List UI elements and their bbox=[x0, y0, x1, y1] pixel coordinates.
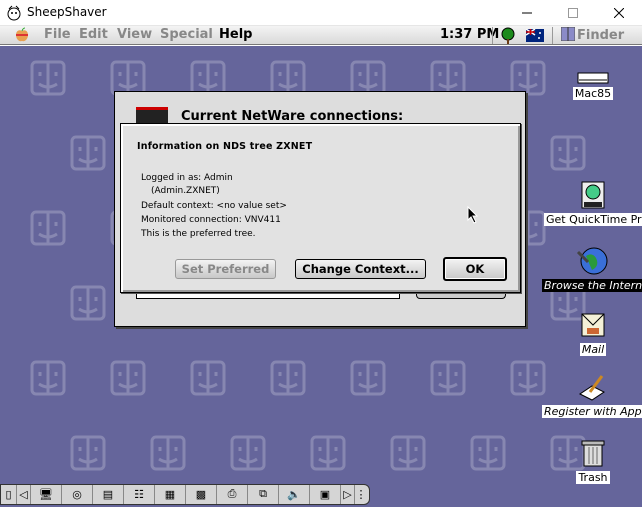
sheepshaver-app-icon bbox=[7, 5, 21, 21]
desktop-pattern-tile bbox=[548, 133, 588, 173]
printer-icon[interactable]: ⎙ bbox=[217, 485, 248, 504]
mail-icon bbox=[581, 313, 605, 337]
set-preferred-button[interactable]: Set Preferred bbox=[175, 259, 276, 279]
preferred-tree-text: This is the preferred tree. bbox=[141, 229, 256, 239]
file-sharing-icon[interactable]: ▤ bbox=[93, 485, 124, 504]
desktop-pattern-tile bbox=[108, 358, 148, 398]
nds-tree-icon[interactable] bbox=[499, 27, 517, 44]
default-context-text: Default context: <no value set> bbox=[141, 201, 287, 211]
monitor-icon[interactable]: 🖥 bbox=[31, 485, 62, 504]
close-button[interactable] bbox=[596, 0, 642, 26]
apple-menu-icon[interactable] bbox=[14, 27, 30, 43]
desktop-pattern-tile bbox=[68, 433, 108, 473]
finder-icon bbox=[560, 26, 576, 42]
mouse-cursor-icon bbox=[467, 206, 479, 224]
quicktime-icon bbox=[581, 181, 605, 209]
nds-tree-info-dialog: Information on NDS tree ZXNET Logged in … bbox=[120, 123, 521, 293]
desktop-icon-internet[interactable]: Browse the Internet bbox=[542, 246, 642, 292]
menu-view[interactable]: View bbox=[117, 27, 152, 42]
desktop-pattern-tile bbox=[428, 358, 468, 398]
control-strip-scroll-left-icon[interactable]: ◁ bbox=[17, 485, 31, 504]
icon-label: Get QuickTime Pro bbox=[544, 213, 642, 226]
icon-label: Mac85 bbox=[572, 87, 614, 100]
maximize-button[interactable] bbox=[550, 0, 596, 26]
desktop-pattern-tile bbox=[388, 433, 428, 473]
globe-icon bbox=[576, 247, 608, 275]
logged-in-text: Logged in as: Admin bbox=[141, 173, 233, 183]
desktop-icon-mail[interactable]: Mail bbox=[566, 310, 620, 356]
desktop-pattern-tile bbox=[68, 283, 108, 323]
icon-label: Mail bbox=[579, 343, 607, 356]
minimize-button[interactable] bbox=[504, 0, 550, 26]
control-strip: ▯ ◁ 🖥 ◎ ▤ ☷ ▦ ▩ ⎙ ⧉ 🔈 ▣ ▷ ⋮ bbox=[0, 484, 370, 505]
keyboard-flag-icon[interactable] bbox=[526, 29, 544, 42]
icon-label: Register with Apple bbox=[542, 405, 642, 418]
netware-window-title: Current NetWare connections: bbox=[181, 109, 404, 124]
active-app-label: Finder bbox=[577, 28, 625, 43]
desktop-icon-quicktime[interactable]: Get QuickTime Pro bbox=[544, 180, 642, 226]
desktop-pattern-tile bbox=[228, 433, 268, 473]
cd-icon[interactable]: ◎ bbox=[62, 485, 93, 504]
control-strip-collapse-icon[interactable]: ▯ bbox=[1, 485, 17, 504]
menubar-divider bbox=[552, 27, 553, 44]
color-depth-icon[interactable]: ▦ bbox=[155, 485, 186, 504]
dialog-title: Information on NDS tree ZXNET bbox=[137, 141, 313, 152]
appletalk-icon[interactable]: ☷ bbox=[124, 485, 155, 504]
control-strip-scroll-right-icon[interactable]: ▷ bbox=[341, 485, 355, 504]
desktop-pattern-tile bbox=[68, 133, 108, 173]
control-strip-tab-icon[interactable]: ⋮ bbox=[355, 485, 367, 504]
window-title: SheepShaver bbox=[27, 5, 107, 19]
desktop: Mac85 Get QuickTime Pro Browse the Inter… bbox=[0, 46, 642, 507]
menu-special[interactable]: Special bbox=[160, 27, 213, 42]
icon-label: Trash bbox=[576, 471, 610, 484]
desktop-pattern-tile bbox=[468, 433, 508, 473]
icon-label: Browse the Internet bbox=[542, 279, 642, 292]
window-titlebar: SheepShaver bbox=[0, 0, 642, 26]
disk-icon bbox=[577, 72, 609, 84]
desktop-pattern-tile bbox=[28, 358, 68, 398]
change-context-button[interactable]: Change Context... bbox=[295, 259, 426, 279]
menubar-divider bbox=[492, 27, 493, 44]
menu-help[interactable]: Help bbox=[219, 27, 252, 42]
register-icon bbox=[579, 375, 605, 401]
distinguished-name-text: (Admin.ZXNET) bbox=[151, 186, 220, 196]
desktop-icon-trash[interactable]: Trash bbox=[572, 438, 614, 484]
desktop-pattern-tile bbox=[28, 58, 68, 98]
desktop-pattern-tile bbox=[268, 358, 308, 398]
remote-access-icon[interactable]: ⧉ bbox=[248, 485, 279, 504]
resolution-icon[interactable]: ▩ bbox=[186, 485, 217, 504]
menu-edit[interactable]: Edit bbox=[79, 27, 108, 42]
desktop-pattern-tile bbox=[308, 433, 348, 473]
mac-menubar: File Edit View Special Help 1:37 PM Find… bbox=[0, 26, 642, 45]
netware-icon bbox=[136, 107, 168, 123]
web-sharing-icon[interactable]: ▣ bbox=[310, 485, 341, 504]
trash-icon bbox=[581, 440, 605, 467]
desktop-icon-register[interactable]: Register with Apple bbox=[542, 374, 642, 418]
desktop-pattern-tile bbox=[348, 358, 388, 398]
desktop-pattern-tile bbox=[148, 433, 188, 473]
menu-file[interactable]: File bbox=[44, 27, 71, 42]
desktop-pattern-tile bbox=[28, 208, 68, 248]
menubar-clock[interactable]: 1:37 PM bbox=[440, 27, 499, 42]
application-menu[interactable]: Finder bbox=[560, 26, 625, 43]
desktop-pattern-tile bbox=[188, 358, 228, 398]
desktop-icon-mac85[interactable]: Mac85 bbox=[567, 72, 619, 100]
sound-volume-icon[interactable]: 🔈 bbox=[279, 485, 310, 504]
monitored-connection-text: Monitored connection: VNV411 bbox=[141, 215, 281, 225]
ok-button[interactable]: OK bbox=[443, 257, 507, 281]
